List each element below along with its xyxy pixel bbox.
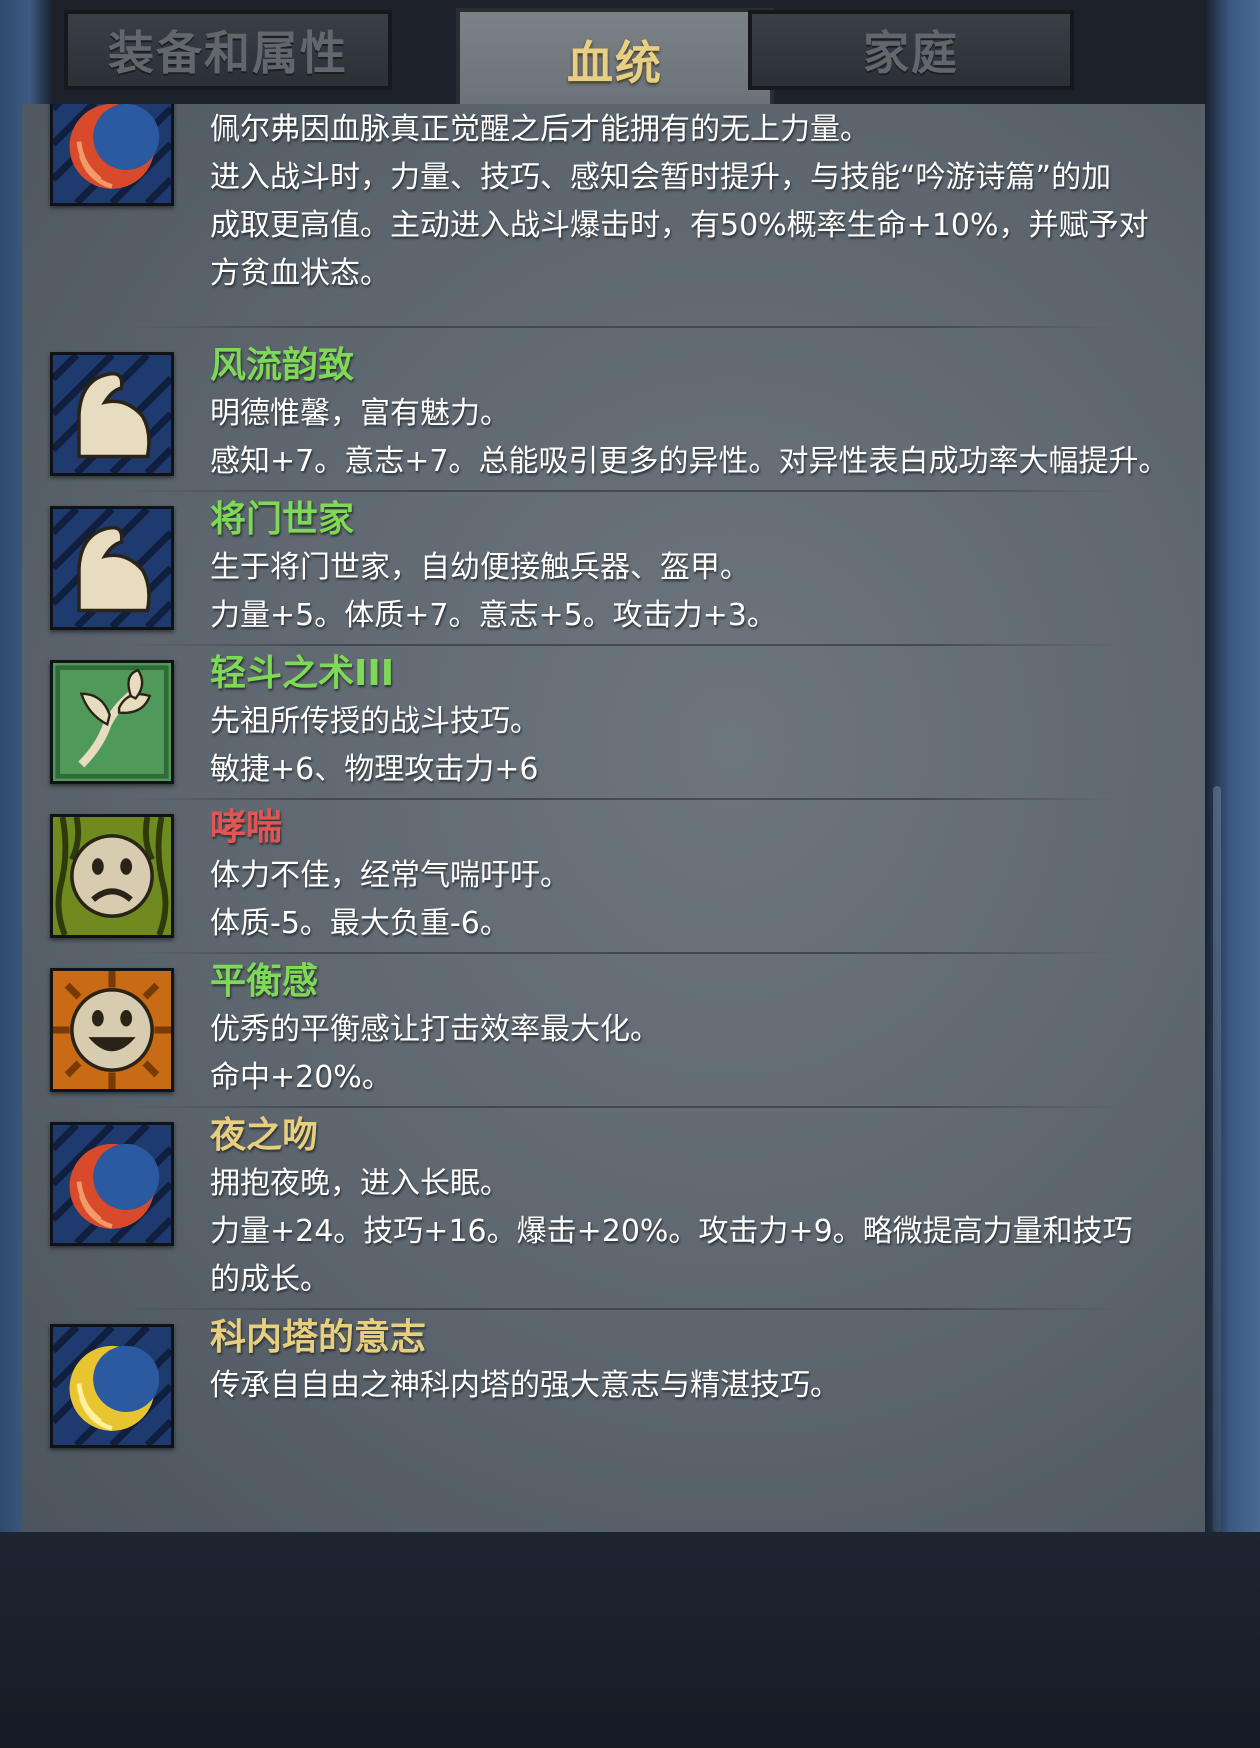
trait-effect: 力量+24。技巧+16。爆击+20%。攻击力+9。略微提高力量和技巧: [210, 1214, 1133, 1249]
trait-title: 风流韵致: [210, 345, 355, 386]
trait-effect: 方贫血状态。: [210, 256, 390, 291]
trait-effect: 感知+7。意志+7。总能吸引更多的异性。对异性表白成功率大幅提升。: [210, 444, 1169, 479]
divider: [122, 490, 1122, 492]
trait-effect: 的成长。: [210, 1262, 330, 1297]
trait-description: 明德惟馨，富有魅力。: [210, 396, 510, 431]
tab-bar: 装备和属性 血统 家庭: [52, 0, 1205, 108]
trait-effect: 成取更高值。主动进入战斗爆击时，有50%概率生命+10%，并赋予对: [210, 208, 1149, 243]
trait-description: 先祖所传授的战斗技巧。: [210, 704, 540, 739]
trait-effect: 力量+5。体质+7。意志+5。攻击力+3。: [210, 598, 777, 633]
tab-equipment-attributes[interactable]: 装备和属性: [64, 10, 392, 90]
happy-face-icon: [50, 968, 174, 1092]
crimson-crescent-icon: [50, 104, 174, 206]
golden-crescent-icon: [50, 1324, 174, 1448]
trait-description: 拥抱夜晚，进入长眠。: [210, 1166, 510, 1201]
bloodline-trait-list[interactable]: 佩尔弗因血脉真正觉醒之后才能拥有的无上力量。 进入战斗时，力量、技巧、感知会暂时…: [22, 104, 1205, 1532]
crimson-crescent-icon: [50, 1122, 174, 1246]
trait-description: 优秀的平衡感让打击效率最大化。: [210, 1012, 660, 1047]
tab-bloodline[interactable]: 血统: [456, 8, 774, 108]
flexed-arm-icon: [50, 506, 174, 630]
trait-title: 科内塔的意志: [210, 1317, 427, 1358]
divider: [122, 326, 1122, 328]
leaf-sprig-icon: [50, 660, 174, 784]
divider: [122, 952, 1122, 954]
trait-title: 轻斗之术III: [210, 653, 395, 694]
trait-title: 哮喘: [210, 807, 283, 848]
trait-description: 传承自自由之神科内塔的强大意志与精湛技巧。: [210, 1368, 840, 1403]
trait-title: 将门世家: [210, 499, 355, 540]
bottom-bar: [0, 1532, 1260, 1748]
trait-description: 佩尔弗因血脉真正觉醒之后才能拥有的无上力量。: [210, 112, 870, 147]
sad-face-icon: [50, 814, 174, 938]
trait-effect: 命中+20%。: [210, 1060, 392, 1095]
trait-title: 夜之吻: [210, 1115, 319, 1156]
trait-title: 平衡感: [210, 961, 319, 1002]
divider: [122, 1106, 1122, 1108]
divider: [122, 644, 1122, 646]
divider: [122, 798, 1122, 800]
trait-effect: 敏捷+6、物理攻击力+6: [210, 752, 539, 787]
flexed-arm-icon: [50, 352, 174, 476]
scrollbar[interactable]: [1213, 786, 1221, 1532]
divider: [122, 1308, 1122, 1310]
trait-description: 体力不佳，经常气喘吁吁。: [210, 858, 570, 893]
trait-effect: 进入战斗时，力量、技巧、感知会暂时提升，与技能“吟游诗篇”的加: [210, 160, 1112, 195]
trait-effect: 体质-5。最大负重-6。: [210, 906, 510, 941]
trait-description: 生于将门世家，自幼便接触兵器、盔甲。: [210, 550, 750, 585]
tab-family[interactable]: 家庭: [748, 10, 1074, 90]
